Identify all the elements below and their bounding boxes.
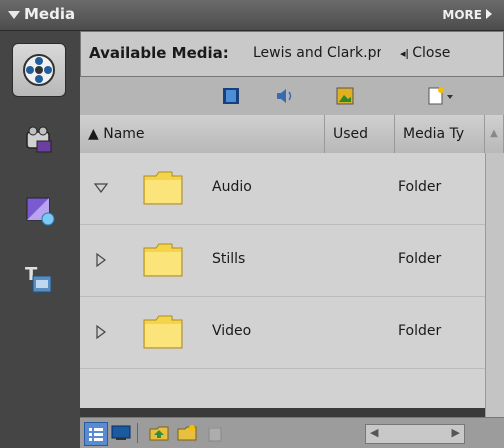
vertical-scrollbar[interactable]: ▼	[485, 153, 504, 443]
toolbar-divider	[137, 423, 138, 443]
item-name: Stills	[212, 251, 246, 267]
list-view-button[interactable]	[84, 422, 108, 446]
list-view-icon	[89, 428, 103, 441]
list-item-audio[interactable]: Audio Folder	[80, 153, 485, 225]
trash-icon	[208, 426, 222, 442]
icon-view-icon	[111, 425, 131, 440]
more-menu-button[interactable]: MORE	[442, 8, 492, 22]
project-file-name: Lewis and Clark.pre	[253, 45, 381, 61]
expand-arrow-icon[interactable]	[94, 324, 108, 343]
new-item-button[interactable]	[426, 85, 458, 107]
sidebar: T	[0, 31, 80, 448]
item-type: Folder	[398, 251, 442, 267]
audio-filter-button[interactable]	[274, 85, 296, 107]
list-item-stills[interactable]: Stills Folder	[80, 225, 485, 297]
folder-icon	[142, 168, 184, 210]
folder-up-icon	[149, 426, 169, 441]
name-column-header[interactable]: ▲ Name	[80, 115, 325, 153]
video-filter-icon	[223, 88, 239, 104]
scroll-left-icon[interactable]: ◀	[370, 426, 378, 439]
media-tab-button[interactable]	[12, 43, 66, 97]
icon-view-button[interactable]	[110, 422, 132, 444]
titles-icon: T	[25, 264, 52, 293]
list-item-video[interactable]: Video Folder	[80, 297, 485, 369]
new-folder-button[interactable]	[176, 422, 198, 444]
available-media-label: Available Media:	[89, 44, 229, 62]
expand-arrow-icon[interactable]	[93, 181, 109, 199]
video-camera-icon	[26, 126, 52, 153]
capture-tab-button[interactable]	[12, 113, 66, 167]
effects-tab-button[interactable]	[12, 183, 66, 237]
bottom-toolbar: ◀ ▶	[80, 417, 504, 448]
available-media-header: Available Media: Lewis and Clark.pre Clo…	[80, 31, 504, 77]
folder-icon	[142, 312, 184, 354]
folder-icon	[142, 240, 184, 282]
name-column-label: Name	[103, 126, 145, 142]
item-name: Audio	[212, 179, 252, 195]
item-type: Folder	[398, 323, 442, 339]
panel-title: Media	[24, 5, 76, 23]
column-header-row: ▲ Name Used Media Ty ▲	[80, 115, 504, 154]
scroll-up-button[interactable]: ▲	[485, 115, 504, 153]
panel-title-bar: Media MORE	[0, 0, 504, 31]
item-name: Video	[212, 323, 252, 339]
still-filter-icon	[336, 87, 354, 105]
media-list: Audio Folder Stills Folder Video Folder	[80, 153, 485, 408]
new-folder-icon	[177, 425, 197, 441]
trash-button[interactable]	[204, 422, 226, 444]
effects-icon	[26, 197, 55, 226]
new-item-icon	[428, 87, 453, 105]
media-content: Available Media: Lewis and Clark.pre Clo…	[80, 31, 504, 448]
still-filter-button[interactable]	[334, 85, 356, 107]
media-type-column-header[interactable]: Media Ty	[395, 115, 485, 153]
scroll-right-icon[interactable]: ▶	[452, 426, 460, 439]
collapse-triangle-icon[interactable]	[8, 11, 20, 19]
film-reel-icon	[23, 54, 55, 86]
item-type: Folder	[398, 179, 442, 195]
titles-tab-button[interactable]: T	[12, 253, 66, 307]
media-panel: Media MORE T Available Media: Lewis and …	[0, 0, 504, 448]
close-button[interactable]: Close	[400, 45, 450, 61]
expand-arrow-icon[interactable]	[94, 252, 108, 271]
horizontal-scrollbar[interactable]: ◀ ▶	[365, 424, 465, 444]
video-filter-button[interactable]	[220, 85, 242, 107]
folder-up-button[interactable]	[148, 422, 170, 444]
filter-toolbar	[80, 77, 504, 116]
used-column-header[interactable]: Used	[325, 115, 395, 153]
audio-filter-icon	[277, 89, 292, 103]
